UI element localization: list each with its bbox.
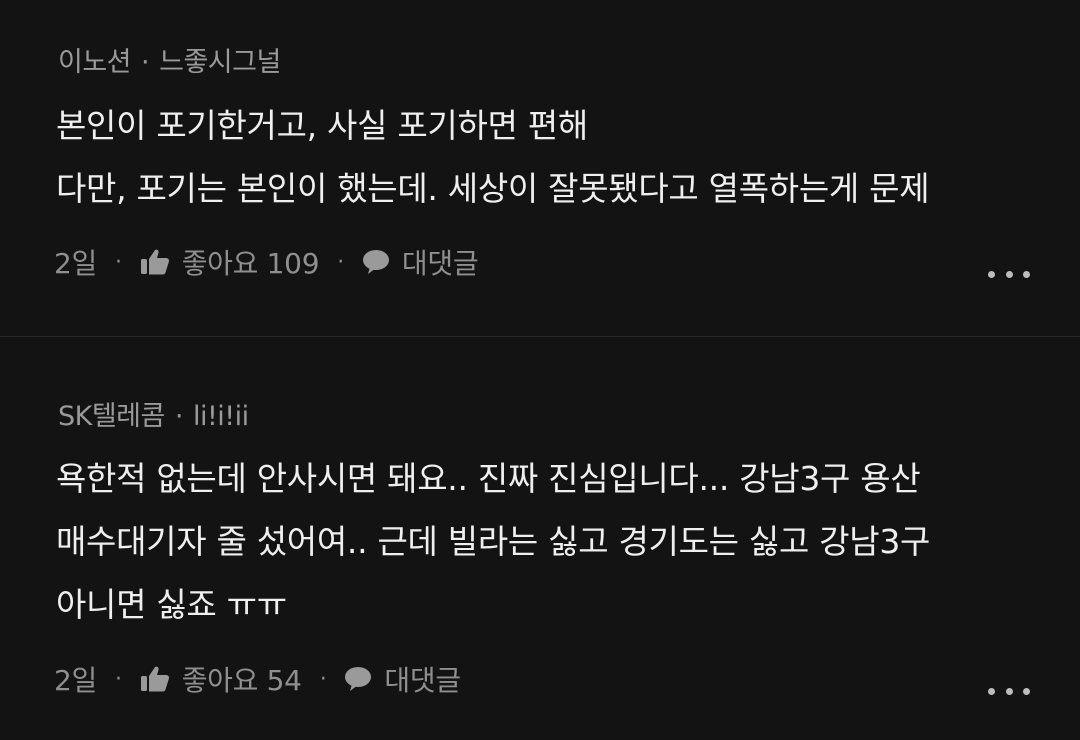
like-button[interactable]: 좋아요 109 [140, 242, 320, 282]
thumbs-up-icon [140, 248, 170, 276]
comment-text: 욕한적 없는데 안사시면 돼요.. 진짜 진심입니다... 강남3구 용산 매수… [56, 459, 931, 624]
more-dots-icon [988, 270, 995, 278]
reply-label: 대댓글 [401, 247, 479, 280]
separator-dot: · [319, 666, 327, 692]
comment-meta: 2일 · 좋아요 54 · 대댓글 [54, 659, 461, 699]
like-count: 좋아요 54 [181, 664, 302, 697]
comment-text: 본인이 포기한거고, 사실 포기하면 편해 다만, 포기는 본인이 했는데. 세… [56, 106, 930, 208]
like-button[interactable]: 좋아요 54 [140, 659, 302, 699]
reply-button[interactable]: 대댓글 [362, 242, 479, 282]
comment-author-row: 이노션 · 느좋시그널 [58, 40, 281, 79]
comment-time: 2일 [54, 247, 97, 280]
more-dots-icon [988, 687, 995, 695]
comment-item: 이노션 · 느좋시그널 본인이 포기한거고, 사실 포기하면 편해 다만, 포기는 … [0, 0, 1080, 336]
speech-bubble-icon [362, 249, 390, 275]
more-options-button[interactable] [988, 264, 1030, 284]
separator-dot: · [141, 47, 150, 78]
like-count: 좋아요 109 [181, 247, 320, 280]
thumbs-up-icon [140, 665, 170, 693]
author-nickname[interactable]: 느좋시그널 [159, 47, 281, 78]
comment-meta: 2일 · 좋아요 109 · 대댓글 [54, 242, 479, 282]
separator-dot: · [114, 666, 122, 692]
author-company[interactable]: 이노션 [58, 47, 132, 78]
author-company[interactable]: SK텔레콤 [58, 401, 165, 432]
reply-button[interactable]: 대댓글 [344, 659, 461, 699]
separator-dot: · [337, 249, 344, 275]
comment-author-row: SK텔레콤 · li!i!ii [58, 394, 249, 433]
more-options-button[interactable] [988, 681, 1030, 701]
comment-item: SK텔레콤 · li!i!ii 욕한적 없는데 안사시면 돼요.. 진짜 진심입니다… [0, 337, 1080, 740]
speech-bubble-icon [344, 666, 372, 692]
reply-label: 대댓글 [384, 664, 461, 697]
comment-time: 2일 [54, 664, 97, 697]
separator-dot: · [114, 249, 122, 275]
author-nickname[interactable]: li!i!ii [193, 401, 249, 432]
separator-dot: · [174, 401, 184, 432]
